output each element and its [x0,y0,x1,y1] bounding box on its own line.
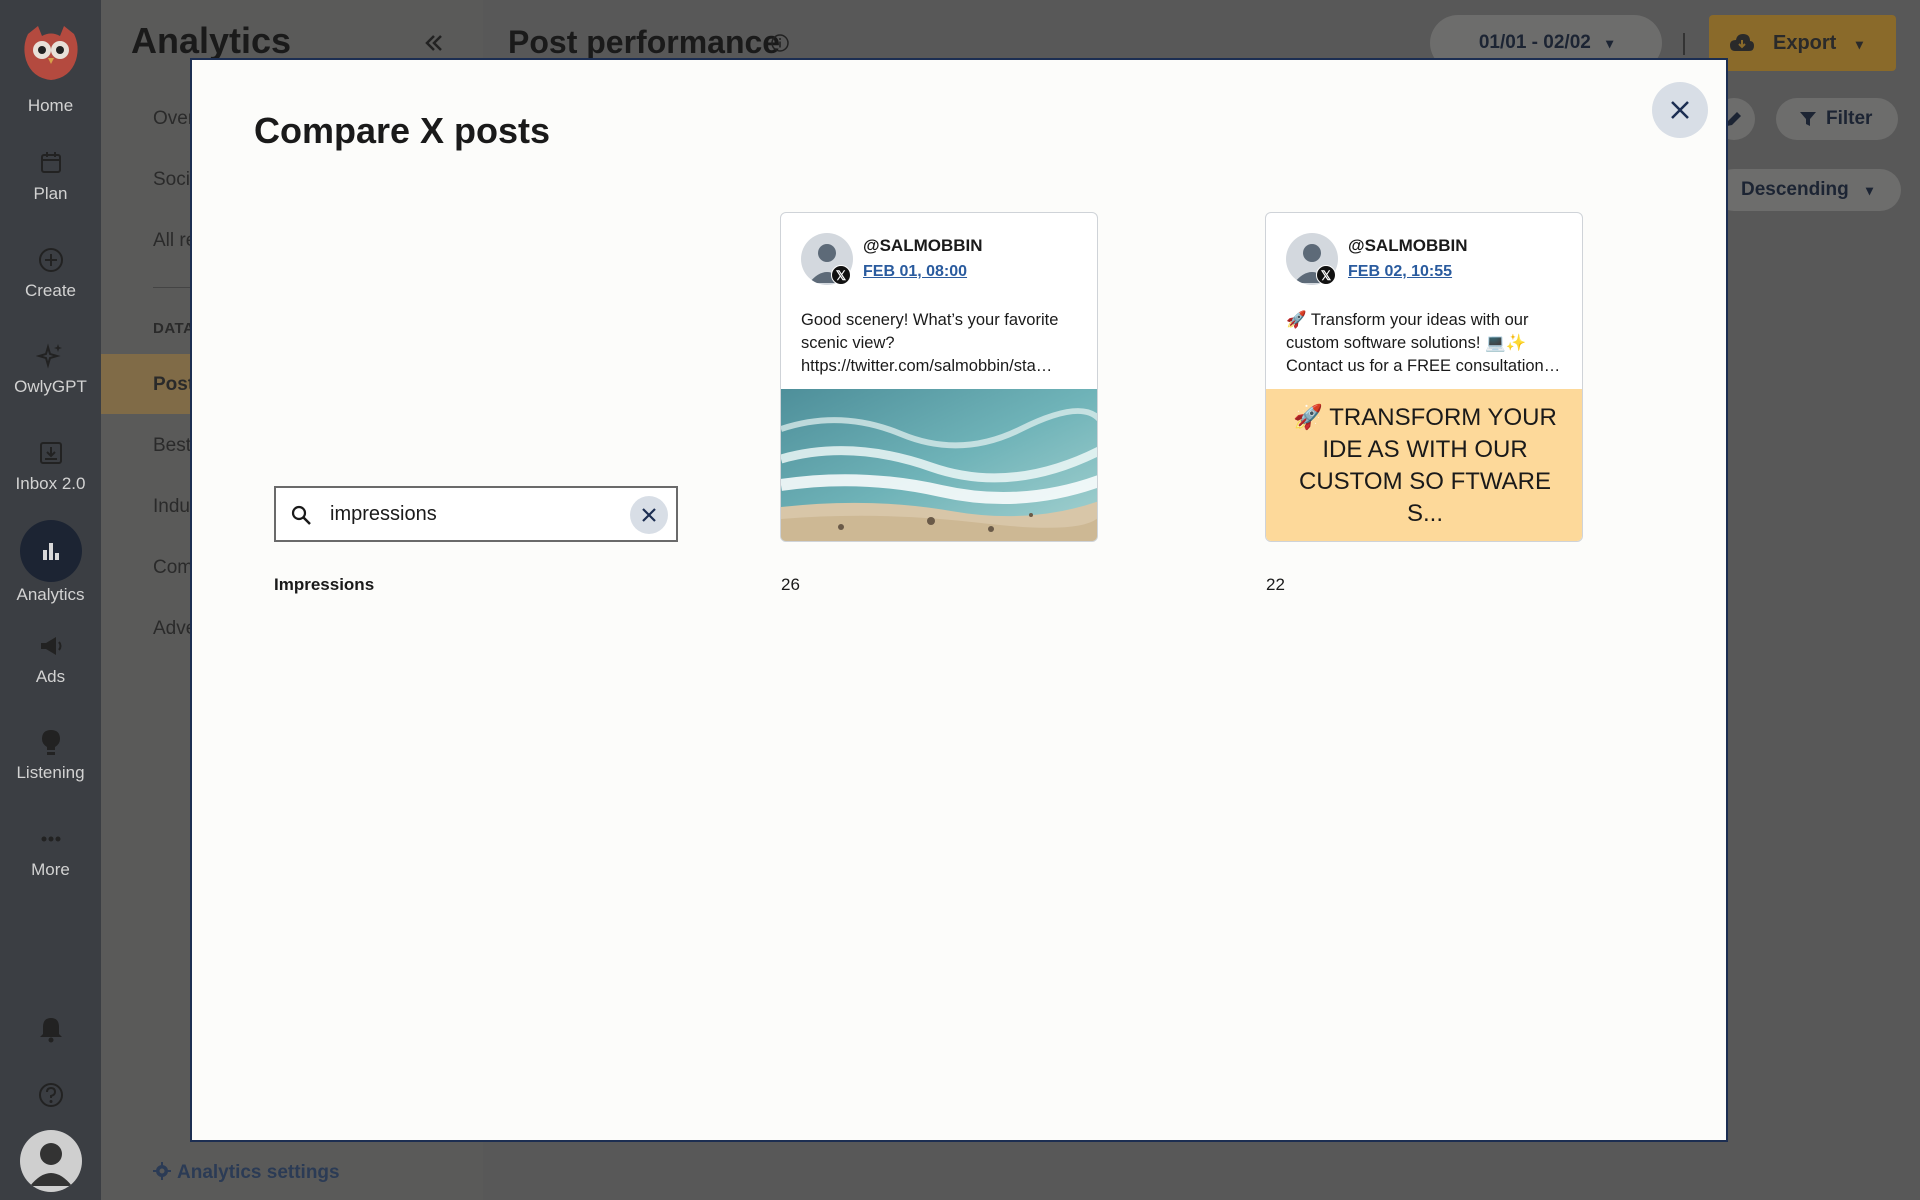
left-rail: Home Plan Create OwlyGPT Inbox 2.0 Analy… [0,0,101,1200]
filter-button[interactable]: Filter [1776,98,1898,140]
nav-label: More [31,860,70,879]
megaphone-icon [36,631,66,661]
compare-posts-modal: Compare X posts 𝕏 @SALMOBBIN FEB 01, 08:… [190,58,1728,1142]
nav-analytics[interactable]: Analytics [0,585,101,605]
nav-owlygpt[interactable]: OwlyGPT [0,341,101,397]
user-avatar[interactable] [20,1130,82,1192]
metric-label: Impressions [274,575,375,594]
post-text-line: scenic view? [801,334,895,352]
info-icon[interactable] [770,33,790,53]
post-handle: @SALMOBBIN [1348,236,1468,255]
post-text-line: https://twitter.com/salmobbin/sta… [801,357,1053,375]
sparkles-icon [34,341,66,371]
post-text-line: Good scenery! What’s your favorite [801,311,1059,329]
subnav-title: Analytics [131,20,292,61]
page-title: Post performance [508,24,781,60]
close-button[interactable] [1652,82,1708,138]
nav-ads[interactable]: Ads [0,631,101,687]
chevron-down-icon: ▾ [1855,36,1863,52]
post-card[interactable]: 𝕏 @SALMOBBIN FEB 02, 10:55 🚀 Transform y… [1265,212,1583,542]
subnav-link-post[interactable]: Post [153,374,194,396]
nav-create[interactable]: Create [0,245,101,301]
clear-search-button[interactable] [630,496,668,534]
post-text-line: Contact us for a FREE consultation… [1286,357,1561,375]
cloud-download-icon [1730,34,1754,51]
nav-listening[interactable]: Listening [0,727,101,783]
nav-label: Create [24,281,77,300]
x-logo-icon: 𝕏 [1316,265,1336,285]
settings-label: Analytics settings [177,1162,340,1183]
divider [1683,33,1685,55]
close-icon [1671,101,1689,119]
post-text-line: 🚀 Transform your ideas with our [1286,311,1529,329]
ellipsis-icon [36,824,66,854]
metric-value: 22 [1266,575,1285,594]
search-icon [291,505,311,525]
nav-label: Inbox 2.0 [15,474,86,493]
modal-title: Compare X posts [254,110,551,151]
bar-chart-icon [43,543,59,560]
export-button[interactable]: Export ▾ [1709,15,1896,71]
search-input[interactable] [330,498,610,530]
collapse-icon[interactable] [421,30,447,56]
post-handle: @SALMOBBIN [863,236,983,255]
nav-label: OwlyGPT [14,377,87,396]
nav-more[interactable]: More [0,824,101,880]
x-logo-icon: 𝕏 [831,265,851,285]
help-icon[interactable] [36,1080,66,1110]
metric-value: 26 [781,575,800,594]
post-text: 🚀 Transform your ideas with our custom s… [1286,309,1570,378]
subnav-link-social[interactable]: Soci [153,169,190,191]
nav-label: Analytics [16,585,85,604]
nav-inbox[interactable]: Inbox 2.0 [0,438,101,494]
owl-logo[interactable] [20,22,82,82]
subnav-link-competitors[interactable]: Com [153,557,193,579]
plus-circle-icon [36,245,66,275]
chevron-down-icon: ▾ [1606,35,1614,51]
subnav-section-label: DATA [153,320,195,337]
promo-image: 🚀 TRANSFORM YOUR IDE AS WITH OUR CUSTOM … [1266,389,1582,541]
subnav-link-industry[interactable]: Indu [153,496,190,518]
calendar-icon [36,148,66,178]
beach-photo [781,389,1097,541]
nav-plan[interactable]: Plan [0,148,101,204]
nav-label: Ads [35,667,66,686]
nav-home[interactable]: Home [0,96,101,116]
post-text-line: custom software solutions! 💻✨ [1286,334,1527,352]
subnav-link-overview[interactable]: Over [153,108,194,130]
post-date-link[interactable]: FEB 02, 10:55 [1348,263,1452,281]
nav-label: Listening [16,763,85,782]
subnav-link-best[interactable]: Best [153,435,191,457]
filter-label: Filter [1826,108,1873,129]
date-range-value: 01/01 - 02/02 [1478,32,1591,53]
post-card[interactable]: 𝕏 @SALMOBBIN FEB 01, 08:00 Good scenery!… [780,212,1098,542]
nav-label: Plan [33,184,68,203]
sort-label: Descending [1741,179,1849,200]
gear-icon [153,1162,171,1180]
lightbulb-icon [36,727,66,757]
sort-order-dropdown[interactable]: Descending ▾ [1713,169,1901,211]
bell-icon[interactable] [36,1014,66,1044]
post-date-link[interactable]: FEB 01, 08:00 [863,263,967,281]
inbox-icon [36,438,66,468]
nav-label: Home [27,96,74,115]
chevron-down-icon: ▾ [1865,182,1874,198]
filter-icon [1800,112,1816,126]
metric-search-field[interactable] [274,486,678,542]
post-text: Good scenery! What’s your favorite sceni… [801,309,1085,378]
export-label: Export [1773,32,1837,54]
close-icon [642,508,656,522]
analytics-settings-link[interactable]: Analytics settings [153,1162,340,1184]
